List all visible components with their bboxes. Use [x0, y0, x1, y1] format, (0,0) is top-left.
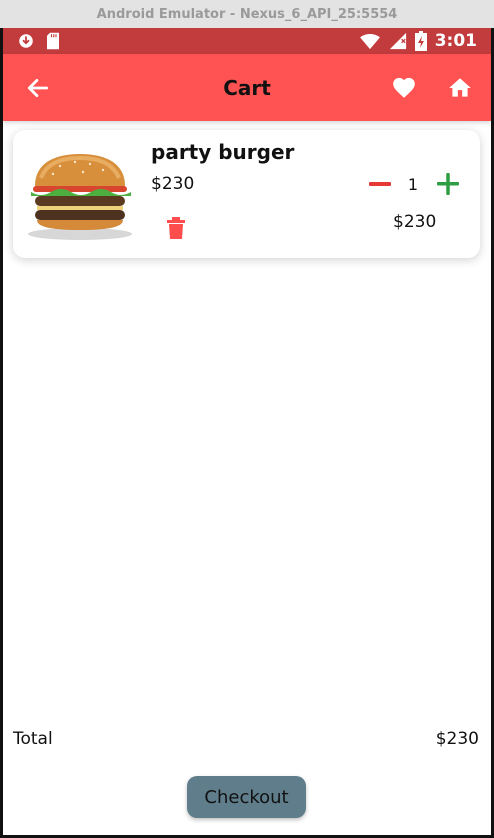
decrease-quantity-button[interactable]: [367, 171, 393, 197]
status-time: 3:01: [434, 31, 477, 51]
checkout-button[interactable]: Checkout: [187, 776, 306, 818]
wifi-icon: [359, 34, 380, 50]
window-title: Android Emulator - Nexus_6_API_25:5554: [96, 6, 398, 22]
signal-icon: [389, 32, 406, 50]
status-bar: 3:01: [3, 28, 491, 54]
increase-quantity-button[interactable]: [435, 171, 461, 197]
page-title: Cart: [223, 75, 271, 100]
app-bar: Cart: [3, 54, 491, 121]
heart-icon[interactable]: [391, 75, 417, 101]
total-label: Total: [13, 729, 53, 749]
item-price: $230: [151, 174, 195, 194]
sd-card-icon: [47, 32, 59, 50]
battery-charging-icon: [414, 31, 427, 51]
quantity-value: 1: [407, 175, 419, 194]
download-icon: [19, 34, 33, 48]
cart-item-card: party burger $230 1 $230: [13, 130, 480, 258]
window-frame-left: [0, 28, 3, 838]
window-title-bar: Android Emulator - Nexus_6_API_25:5554: [0, 0, 494, 28]
item-name: party burger: [151, 140, 295, 164]
trash-icon[interactable]: [164, 215, 188, 241]
burger-image: [28, 154, 132, 240]
item-line-total: $230: [393, 212, 437, 232]
total-value: $230: [435, 729, 479, 749]
home-icon[interactable]: [447, 75, 473, 101]
